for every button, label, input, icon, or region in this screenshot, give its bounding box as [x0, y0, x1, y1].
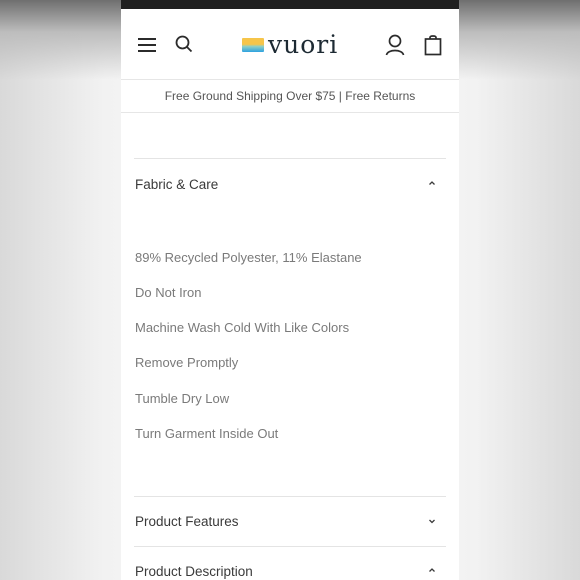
care-item: Turn Garment Inside Out: [135, 426, 279, 441]
chevron-up-icon[interactable]: [428, 566, 436, 574]
menu-icon[interactable]: [138, 38, 156, 52]
status-bar: [121, 0, 459, 9]
search-icon[interactable]: [175, 35, 193, 53]
logo-mark-icon: [242, 38, 264, 52]
care-item: 89% Recycled Polyester, 11% Elastane: [135, 250, 362, 265]
accordion-product-features-title[interactable]: Product Features: [135, 514, 239, 529]
brand-logo[interactable]: vuori: [242, 30, 339, 59]
divider: [134, 158, 446, 159]
chevron-up-icon[interactable]: [428, 179, 436, 187]
accordion-product-description-title[interactable]: Product Description: [135, 564, 253, 579]
chevron-down-icon[interactable]: [428, 517, 436, 525]
accordion-fabric-care-title[interactable]: Fabric & Care: [135, 177, 218, 192]
phone-screen: vuori Free Ground Shipping Over $75 | Fr…: [121, 0, 459, 580]
site-header: vuori: [121, 9, 459, 79]
care-item: Do Not Iron: [135, 285, 202, 300]
account-icon[interactable]: [385, 34, 405, 56]
divider: [134, 546, 446, 547]
promo-banner[interactable]: Free Ground Shipping Over $75 | Free Ret…: [121, 79, 459, 113]
care-item: Machine Wash Cold With Like Colors: [135, 320, 350, 335]
care-item: Tumble Dry Low: [135, 391, 230, 406]
care-item: Remove Promptly: [135, 355, 239, 370]
shopping-bag-icon[interactable]: [424, 34, 442, 56]
logo-text: vuori: [268, 30, 339, 59]
divider: [134, 496, 446, 497]
